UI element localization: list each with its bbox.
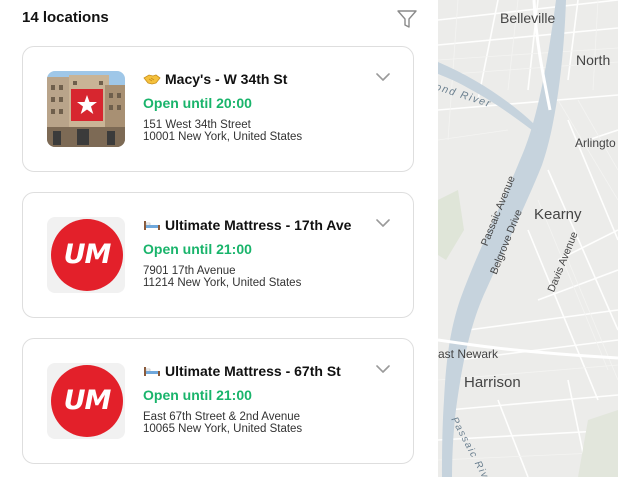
map-label-north: North <box>576 52 611 68</box>
chevron-down-icon[interactable] <box>375 363 391 375</box>
open-status: Open until 21:00 <box>143 241 252 257</box>
store-name: Macy's - W 34th St <box>143 71 363 89</box>
chevron-down-icon[interactable] <box>375 217 391 229</box>
store-list-pane: 14 locations Macy's - W 34th St Open unt… <box>0 0 438 477</box>
store-card-ultimate-mattress-67th[interactable]: UM Ultimate Mattress - 67th St Open unti… <box>22 338 414 464</box>
store-name: Ultimate Mattress - 17th Ave <box>143 217 363 235</box>
map-label-kearny: Kearny <box>534 206 582 223</box>
address-city: 11214 New York, United States <box>143 277 302 289</box>
address-street: 7901 17th Avenue <box>143 265 236 277</box>
chevron-down-icon[interactable] <box>375 71 391 83</box>
list-header: 14 locations <box>22 8 418 28</box>
map-label-belleville: Belleville <box>500 10 556 26</box>
um-logo: UM <box>47 217 125 293</box>
bed-icon <box>144 367 160 376</box>
store-name: Ultimate Mattress - 67th St <box>143 363 363 381</box>
store-card-macys[interactable]: Macy's - W 34th St Open until 20:00 151 … <box>22 46 414 172</box>
map-label-east-newark: ast Newark <box>438 347 499 361</box>
address-city: 10065 New York, United States <box>143 423 303 435</box>
um-logo: UM <box>47 363 125 439</box>
store-card-ultimate-mattress-17th[interactable]: UM Ultimate Mattress - 17th Ave Open unt… <box>22 192 414 318</box>
open-status: Open until 20:00 <box>143 95 252 111</box>
logo-circle: UM <box>51 219 123 291</box>
address-city: 10001 New York, United States <box>143 131 303 143</box>
address-street: East 67th Street & 2nd Avenue <box>143 411 301 423</box>
map-canvas <box>438 0 618 477</box>
map-view[interactable]: Belleville North Second River Arlingto P… <box>438 0 618 477</box>
bed-icon <box>144 221 160 230</box>
logo-circle: UM <box>51 365 123 437</box>
map-label-arlington: Arlingto <box>575 136 616 150</box>
location-count: 14 locations <box>22 9 109 26</box>
address-street: 151 West 34th Street <box>143 119 251 131</box>
filter-icon[interactable] <box>396 8 418 30</box>
logo-text: UM <box>63 239 112 270</box>
logo-text: UM <box>63 385 112 416</box>
store-photo <box>47 71 125 147</box>
open-status: Open until 21:00 <box>143 387 252 403</box>
handshake-icon <box>143 74 161 85</box>
map-label-harrison: Harrison <box>464 374 521 391</box>
